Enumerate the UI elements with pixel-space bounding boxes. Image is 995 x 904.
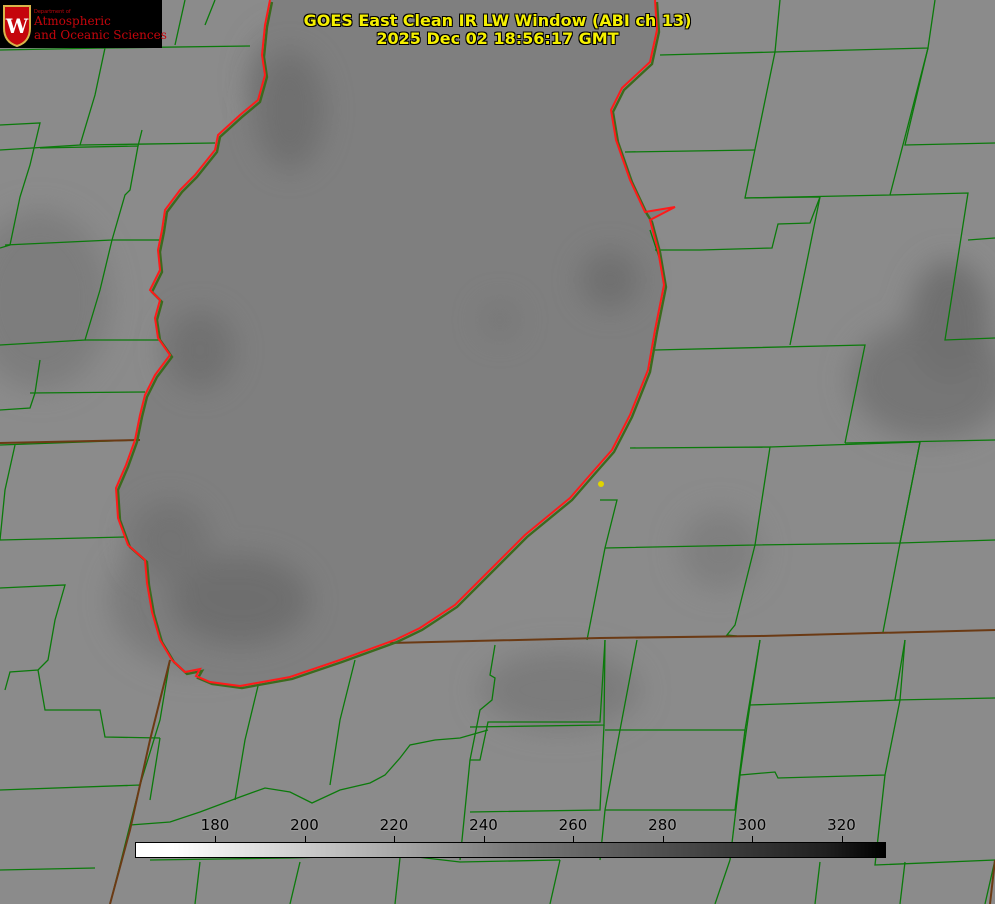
- product-title: GOES East Clean IR LW Window (ABI ch 13): [303, 11, 692, 30]
- colorbar-tick-label: 200: [290, 816, 319, 834]
- station-marker: [598, 481, 604, 487]
- colorbar-tick-label: 260: [558, 816, 588, 834]
- colorbar-tick-mark: [483, 836, 485, 842]
- colorbar-tick-label: 300: [737, 816, 767, 834]
- timestamp: 2025 Dec 02 18:56:17 GMT: [376, 29, 619, 48]
- colorbar-tick-mark: [573, 836, 574, 842]
- colorbar-tick-label: 320: [827, 816, 856, 834]
- colorbar-tick-label: 280: [648, 816, 677, 834]
- colorbar-tick-label: 180: [200, 816, 230, 834]
- colorbar-tick-mark: [662, 836, 664, 842]
- colorbar-tick-label: 240: [469, 816, 498, 834]
- colorbar-tick-label: 220: [379, 816, 409, 834]
- colorbar-tick-mark: [304, 836, 306, 842]
- brightness-temperature-colorbar: [135, 842, 886, 858]
- ir-satellite-image: [0, 0, 995, 904]
- colorbar-tick-mark: [215, 836, 216, 842]
- satellite-map-view: W Department of Atmospheric and Oceanic …: [0, 0, 995, 904]
- colorbar-tick-mark: [394, 836, 395, 842]
- colorbar-tick-mark: [752, 836, 753, 842]
- colorbar-tick-mark: [841, 836, 843, 842]
